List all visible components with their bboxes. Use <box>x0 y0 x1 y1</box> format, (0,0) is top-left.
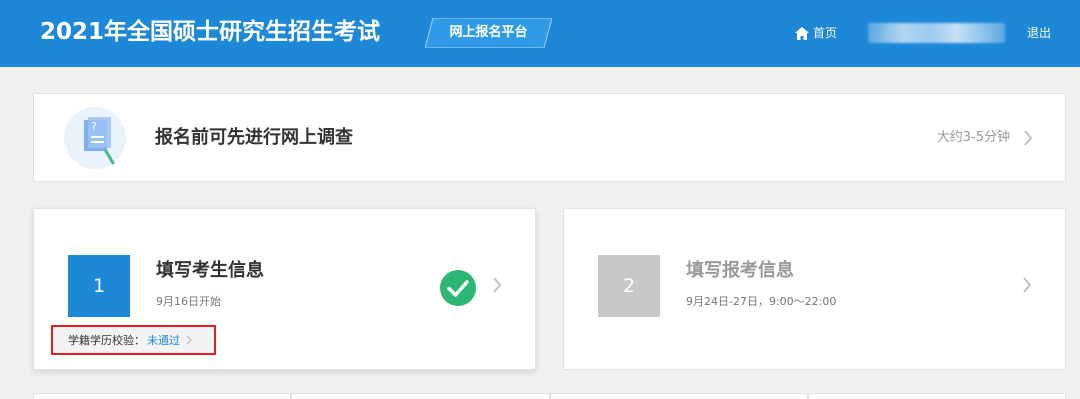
chevron-right-icon <box>1023 277 1032 293</box>
education-verify-status[interactable]: 学籍学历校验： 未通过 <box>51 325 216 355</box>
home-link[interactable]: 首页 <box>795 24 837 42</box>
next-card <box>549 393 808 399</box>
step-subtitle: 9月16日开始 <box>156 295 221 308</box>
platform-badge-label: 网上报名平台 <box>449 25 528 40</box>
survey-document-icon: ? <box>64 107 126 169</box>
home-label: 首页 <box>813 26 838 40</box>
step-title: 填写考生信息 <box>156 260 264 281</box>
survey-title: 报名前可先进行网上调查 <box>155 127 353 148</box>
check-circle-icon <box>440 270 476 306</box>
platform-badge: 网上报名平台 <box>425 18 552 48</box>
chevron-right-small-icon <box>186 335 192 345</box>
user-name-redacted <box>868 23 1005 43</box>
step-subtitle: 9月24日-27日，9:00～22:00 <box>686 295 837 308</box>
next-card <box>291 393 550 399</box>
next-row-cards <box>33 393 1066 399</box>
step-number-badge: 2 <box>598 255 660 317</box>
step-title: 填写报考信息 <box>686 260 794 281</box>
survey-time: 大约3-5分钟 <box>936 130 1010 145</box>
top-header: 2021年全国硕士研究生招生考试 网上报名平台 首页 退出 <box>0 0 1080 67</box>
step-card-2[interactable]: 2 填写报考信息 9月24日-27日，9:00～22:00 <box>563 208 1066 370</box>
site-title: 2021年全国硕士研究生招生考试 <box>40 19 381 45</box>
home-icon <box>795 26 809 40</box>
chevron-right-icon <box>493 277 502 293</box>
verify-label: 学籍学历校验： <box>68 334 145 347</box>
logout-link[interactable]: 退出 <box>1027 24 1051 42</box>
svg-text:?: ? <box>91 120 97 133</box>
survey-card[interactable]: ? 报名前可先进行网上调查 大约3-5分钟 <box>33 93 1066 182</box>
next-card <box>33 393 292 399</box>
next-card <box>807 393 1066 399</box>
chevron-right-icon <box>1024 130 1033 146</box>
step-number-badge: 1 <box>68 255 130 317</box>
verify-status-link[interactable]: 未通过 <box>147 332 180 348</box>
